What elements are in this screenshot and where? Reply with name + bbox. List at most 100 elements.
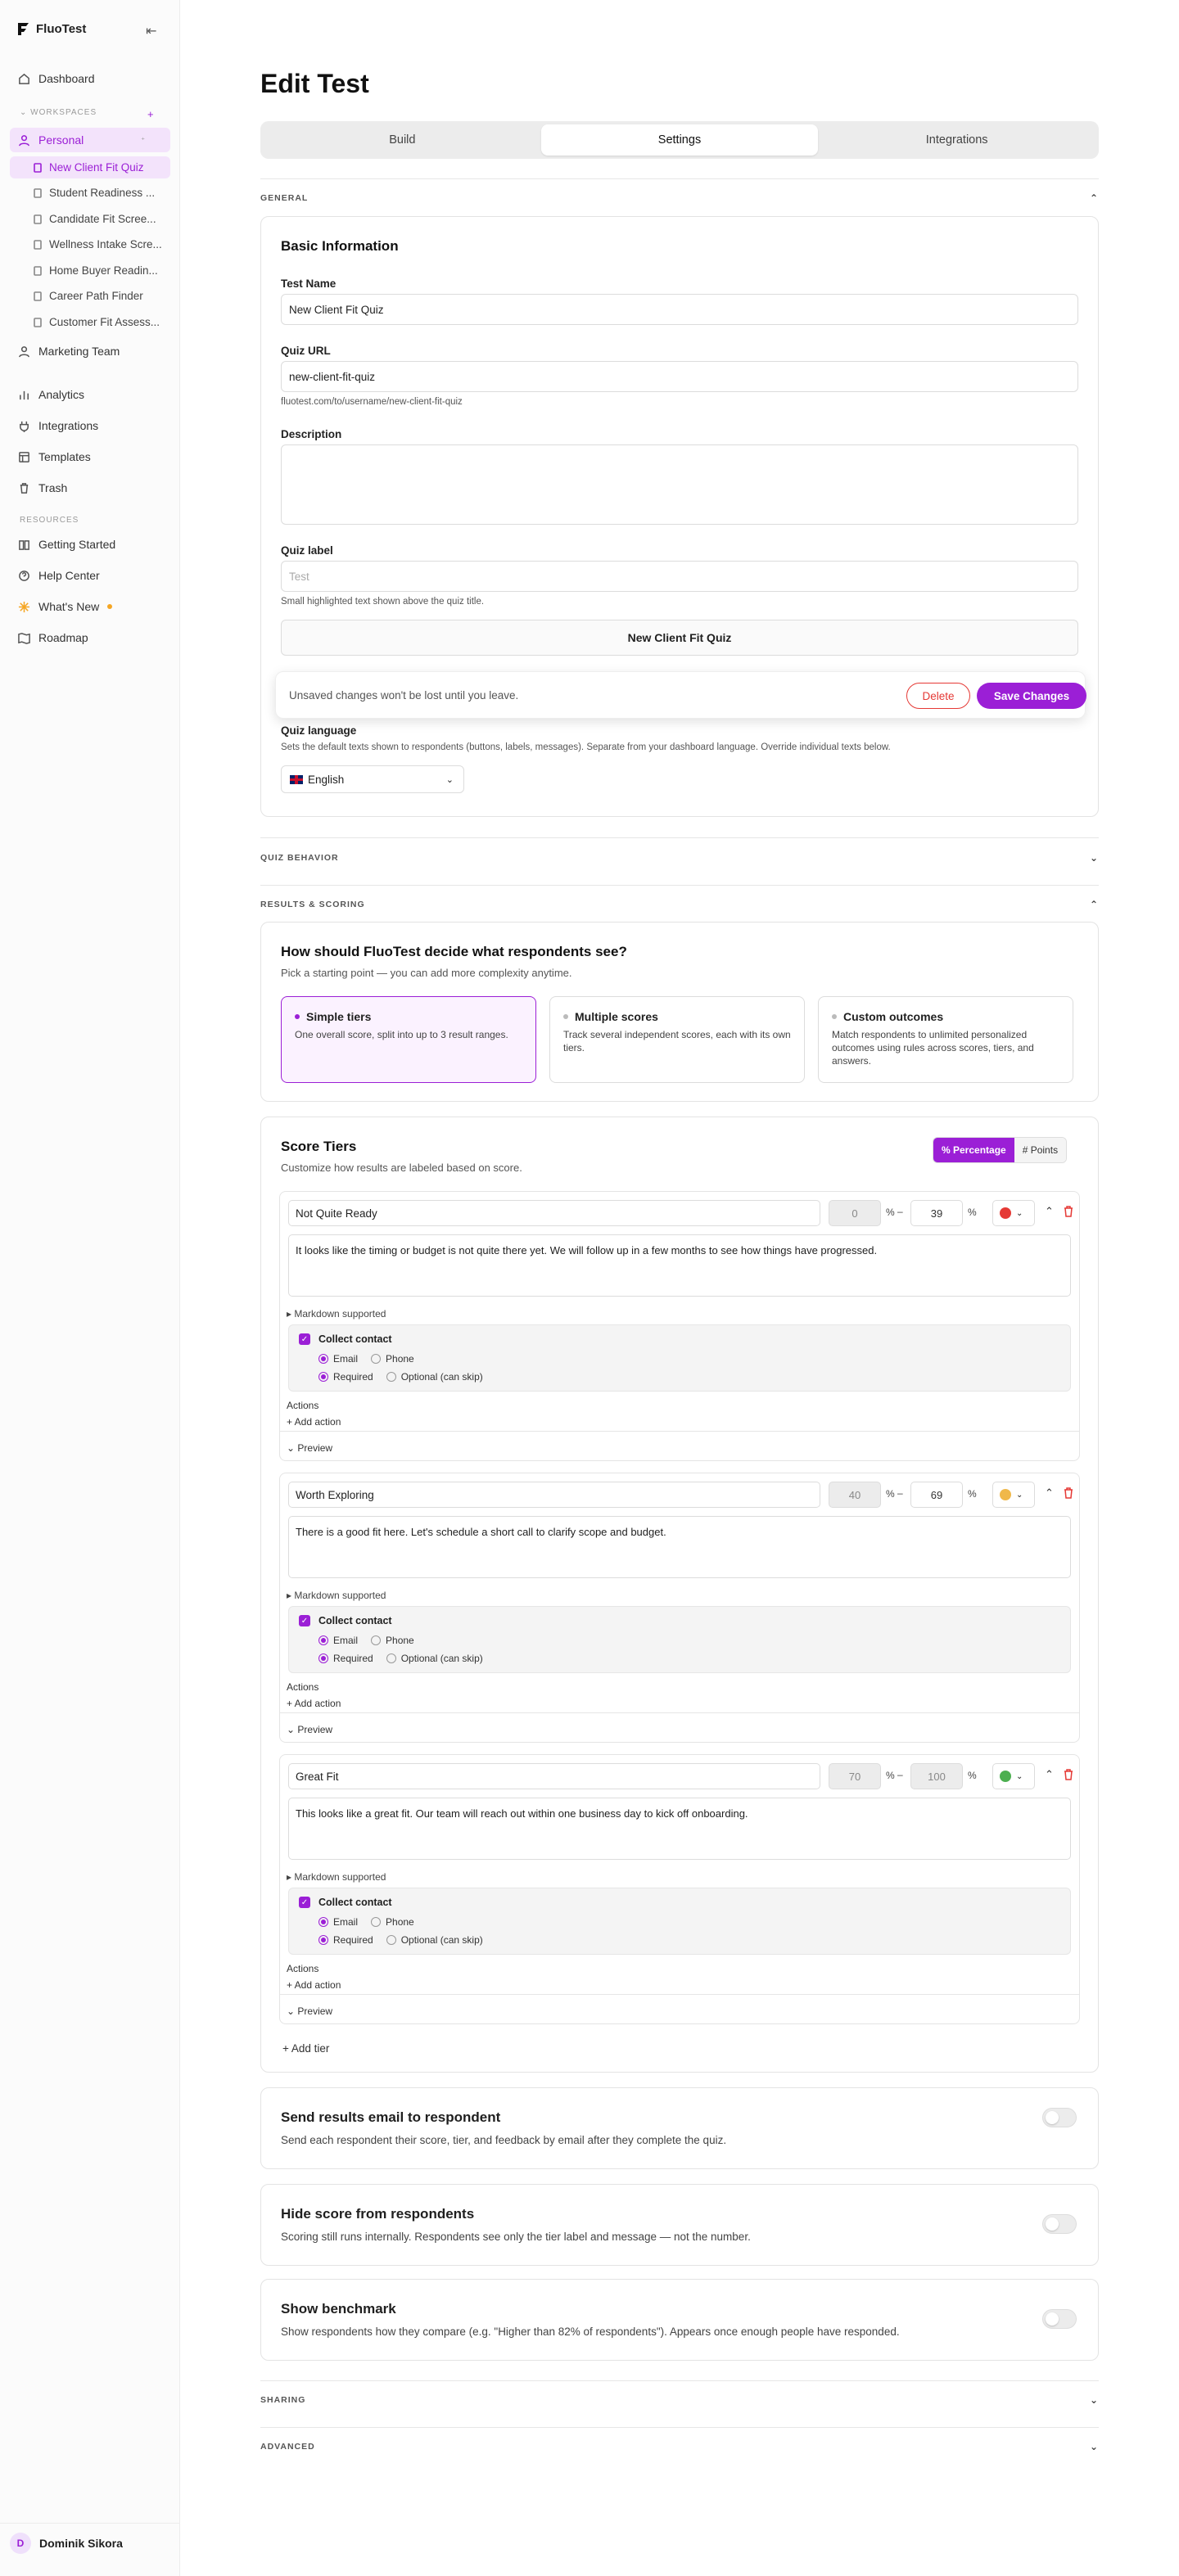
add-tier-button[interactable]: + Add tier — [282, 2042, 329, 2055]
sidebar-item-dashboard[interactable]: Dashboard — [10, 66, 170, 91]
sidebar-item-whats-new[interactable]: What's New — [10, 594, 170, 619]
percent-symbol: % — [968, 1207, 977, 1218]
sidebar-item-roadmap[interactable]: Roadmap — [10, 625, 170, 650]
collect-contact-checkbox[interactable]: ✓ — [299, 1897, 310, 1908]
sidebar-item-integrations[interactable]: Integrations — [10, 413, 170, 438]
tier-name-input[interactable]: Worth Exploring — [288, 1482, 820, 1508]
trash-icon[interactable] — [1063, 1205, 1074, 1218]
tier-message-textarea[interactable]: This looks like a great fit. Our team wi… — [288, 1798, 1071, 1860]
sidebar-quiz-item[interactable]: Student Readiness ... — [10, 182, 170, 204]
add-action-button[interactable]: + Add action — [287, 1979, 341, 1991]
radio-email[interactable]: Email — [318, 1353, 358, 1365]
selected-dot-icon — [295, 1014, 300, 1019]
hide-score-toggle[interactable] — [1042, 2214, 1077, 2234]
sidebar-item-templates[interactable]: Templates — [10, 444, 170, 469]
radio-email[interactable]: Email — [318, 1635, 358, 1646]
section-quiz-behavior-header[interactable]: QUIZ BEHAVIOR ⌄ — [260, 848, 1099, 868]
sidebar-quiz-item[interactable]: New Client Fit Quiz — [10, 156, 170, 178]
tab-settings[interactable]: Settings — [540, 124, 819, 156]
add-action-button[interactable]: + Add action — [287, 1698, 341, 1709]
delete-button[interactable]: Delete — [906, 683, 970, 709]
sidebar-quiz-item[interactable]: Customer Fit Assess... — [10, 311, 170, 333]
quiz-label-input[interactable]: Test — [281, 561, 1078, 592]
sidebar-item-getting-started[interactable]: Getting Started — [10, 532, 170, 557]
sidebar-item-marketing-team[interactable]: Marketing Team — [10, 339, 170, 363]
tier-max-input[interactable]: 69 — [910, 1482, 963, 1508]
preview-toggle[interactable]: ⌄ Preview — [287, 1442, 332, 1454]
add-workspace-icon[interactable]: + — [147, 108, 154, 120]
collapse-sidebar-icon[interactable]: ⇤ — [146, 23, 156, 39]
section-sharing-header[interactable]: SHARING ⌄ — [260, 2390, 1099, 2410]
sidebar-item-analytics[interactable]: Analytics — [10, 382, 170, 407]
trash-icon[interactable] — [1063, 1768, 1074, 1781]
quiz-language-select[interactable]: English ⌄ — [281, 765, 464, 793]
radio-required[interactable]: Required — [318, 1371, 373, 1383]
radio-email[interactable]: Email — [318, 1916, 358, 1928]
option-multiple-scores[interactable]: Multiple scores Track several independen… — [549, 996, 805, 1083]
tier-color-picker[interactable]: ⌄ — [992, 1200, 1035, 1226]
sidebar-quiz-item[interactable]: Home Buyer Readin... — [10, 259, 170, 282]
trash-icon[interactable] — [1063, 1487, 1074, 1500]
quiz-label: Career Path Finder — [49, 290, 143, 302]
quiz-url-input[interactable]: new-client-fit-quiz — [281, 361, 1078, 392]
add-action-button[interactable]: + Add action — [287, 1416, 341, 1428]
move-up-icon[interactable]: ⌃ — [1045, 1487, 1054, 1500]
tab-integrations[interactable]: Integrations — [818, 124, 1095, 156]
radio-phone[interactable]: Phone — [371, 1353, 414, 1365]
mode-points-button[interactable]: # Points — [1014, 1138, 1067, 1162]
tier-message-textarea[interactable]: It looks like the timing or budget is no… — [288, 1234, 1071, 1297]
radio-phone[interactable]: Phone — [371, 1916, 414, 1928]
test-name-input[interactable]: New Client Fit Quiz — [281, 294, 1078, 325]
save-changes-button[interactable]: Save Changes — [977, 683, 1086, 709]
preview-toggle[interactable]: ⌄ Preview — [287, 2005, 332, 2017]
markdown-toggle[interactable]: ▸ Markdown supported — [287, 1871, 386, 1883]
mode-percentage-button[interactable]: % Percentage — [933, 1138, 1014, 1162]
show-benchmark-toggle[interactable] — [1042, 2309, 1077, 2329]
radio-optional[interactable]: Optional (can skip) — [386, 1371, 483, 1383]
radio-phone[interactable]: Phone — [371, 1635, 414, 1646]
sidebar-item-help-center[interactable]: Help Center — [10, 563, 170, 588]
radio-required[interactable]: Required — [318, 1653, 373, 1664]
move-up-icon[interactable]: ⌃ — [1045, 1768, 1054, 1781]
radio-optional[interactable]: Optional (can skip) — [386, 1653, 483, 1664]
sidebar-quiz-item[interactable]: Career Path Finder — [10, 285, 170, 307]
tier-max-input[interactable]: 39 — [910, 1200, 963, 1226]
send-results-email-toggle[interactable] — [1042, 2108, 1077, 2127]
tier-max-input[interactable]: 100 — [910, 1763, 963, 1789]
section-results-header[interactable]: RESULTS & SCORING ⌃ — [260, 895, 1099, 914]
dot-icon — [832, 1014, 837, 1019]
collect-contact-checkbox[interactable]: ✓ — [299, 1615, 310, 1626]
radio-optional[interactable]: Optional (can skip) — [386, 1934, 483, 1946]
preview-toggle[interactable]: ⌄ Preview — [287, 1724, 332, 1735]
app-logo[interactable]: FluoTest — [16, 21, 86, 36]
sidebar-item-personal[interactable]: Personal ⁺ — [10, 128, 170, 152]
option-custom-outcomes[interactable]: Custom outcomes Match respondents to unl… — [818, 996, 1073, 1083]
user-profile[interactable]: D Dominik Sikora — [10, 2533, 123, 2554]
option-simple-tiers[interactable]: Simple tiers One overall score, split in… — [281, 996, 536, 1083]
workspace-menu-icon[interactable]: ⁺ — [141, 136, 145, 145]
sidebar-quiz-item[interactable]: Candidate Fit Scree... — [10, 208, 170, 230]
quiz-language-hint: Sets the default texts shown to responde… — [281, 742, 891, 752]
quiz-url-label: Quiz URL — [281, 345, 331, 357]
chevron-down-icon: ⌄ — [1016, 1490, 1023, 1500]
sidebar-quiz-item[interactable]: Wellness Intake Scre... — [10, 233, 170, 255]
tier-message-textarea[interactable]: There is a good fit here. Let's schedule… — [288, 1516, 1071, 1578]
collect-contact-checkbox[interactable]: ✓ — [299, 1333, 310, 1345]
sidebar-item-trash[interactable]: Trash — [10, 476, 170, 500]
markdown-toggle[interactable]: ▸ Markdown supported — [287, 1590, 386, 1601]
tier-color-picker[interactable]: ⌄ — [992, 1763, 1035, 1789]
tier-name-input[interactable]: Great Fit — [288, 1763, 820, 1789]
tier-name-input[interactable]: Not Quite Ready — [288, 1200, 820, 1226]
tier-color-picker[interactable]: ⌄ — [992, 1482, 1035, 1508]
tier-min-input[interactable]: 70 — [829, 1763, 881, 1789]
quiz-label-hint: Small highlighted text shown above the q… — [281, 597, 485, 607]
tier-min-input[interactable]: 40 — [829, 1482, 881, 1508]
move-up-icon[interactable]: ⌃ — [1045, 1205, 1054, 1218]
description-textarea[interactable] — [281, 444, 1078, 525]
markdown-toggle[interactable]: ▸ Markdown supported — [287, 1308, 386, 1320]
radio-required[interactable]: Required — [318, 1934, 373, 1946]
section-advanced-header[interactable]: ADVANCED ⌄ — [260, 2437, 1099, 2456]
tier-min-input[interactable]: 0 — [829, 1200, 881, 1226]
tab-build[interactable]: Build — [264, 124, 541, 156]
section-general-header[interactable]: GENERAL ⌃ — [260, 188, 1099, 208]
